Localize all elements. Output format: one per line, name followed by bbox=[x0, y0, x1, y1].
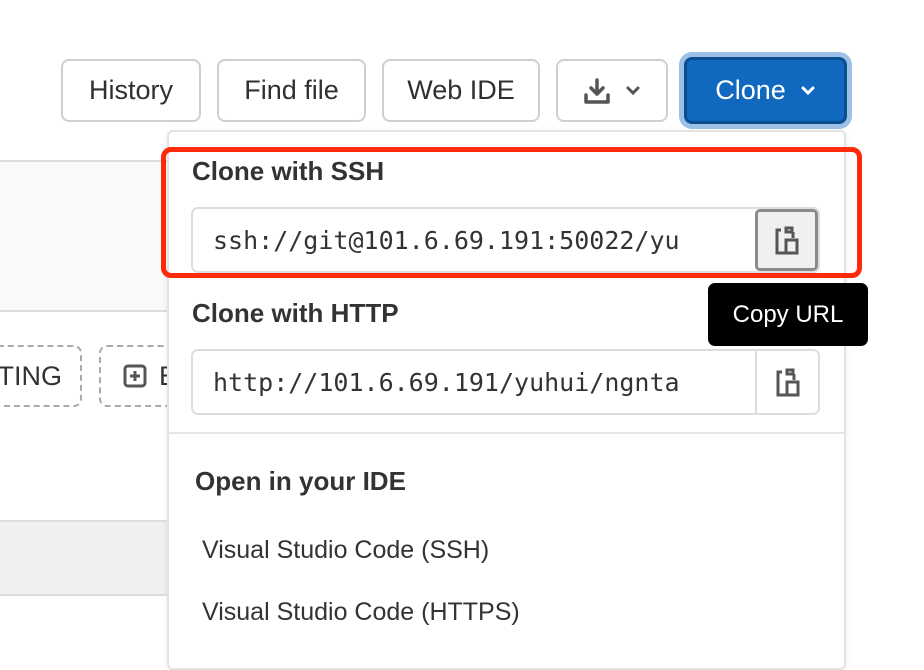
plus-square-icon bbox=[123, 364, 147, 388]
clipboard-icon bbox=[776, 368, 799, 397]
http-url-input[interactable]: http://101.6.69.191/yuhui/ngnta bbox=[193, 351, 755, 413]
background-panel bbox=[0, 160, 168, 312]
http-header: Clone with HTTP bbox=[192, 298, 399, 328]
dropdown-divider bbox=[169, 432, 844, 434]
ide-header: Open in your IDE bbox=[195, 466, 406, 496]
clone-button[interactable]: Clone bbox=[684, 57, 847, 124]
download-button[interactable] bbox=[556, 59, 668, 122]
highlight-box bbox=[161, 147, 862, 278]
background-dashed-button[interactable]: TING bbox=[0, 345, 82, 407]
web-ide-label: Web IDE bbox=[407, 75, 515, 105]
web-ide-button[interactable]: Web IDE bbox=[382, 59, 540, 122]
find-file-button[interactable]: Find file bbox=[217, 59, 366, 122]
ide-item-vscode-https[interactable]: Visual Studio Code (HTTPS) bbox=[202, 598, 520, 627]
dashed-button-label: TING bbox=[0, 360, 62, 391]
history-label: History bbox=[88, 75, 173, 105]
ide-item-vscode-ssh[interactable]: Visual Studio Code (SSH) bbox=[202, 536, 489, 565]
http-url-field[interactable]: http://101.6.69.191/yuhui/ngnta bbox=[191, 349, 820, 415]
copy-url-tooltip: Copy URL bbox=[708, 283, 868, 346]
clone-label: Clone bbox=[715, 75, 786, 105]
chevron-down-icon bbox=[626, 86, 640, 95]
copy-http-url-button[interactable] bbox=[755, 351, 818, 413]
find-file-label: Find file bbox=[244, 75, 339, 105]
download-icon bbox=[584, 77, 610, 104]
history-button[interactable]: History bbox=[61, 59, 201, 122]
background-bar bbox=[0, 520, 168, 596]
chevron-down-icon bbox=[801, 86, 815, 95]
